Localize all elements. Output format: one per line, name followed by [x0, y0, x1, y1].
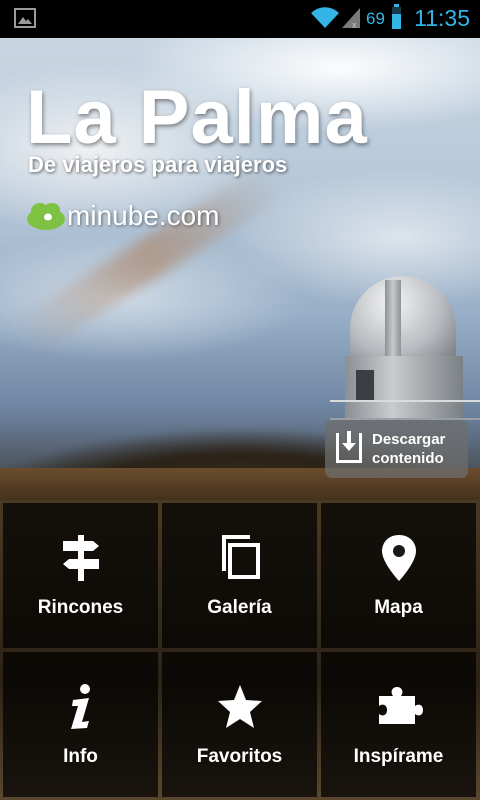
menu-item-label: Mapa [374, 597, 423, 618]
brand-logo: minube.com [26, 198, 220, 234]
wifi-icon [311, 7, 339, 29]
minube-cloud-icon [26, 201, 66, 231]
signpost-icon [62, 535, 99, 581]
main-menu-grid: Rincones Galería Mapa Info Favoritos Ins… [0, 500, 480, 800]
svg-text:x: x [352, 20, 357, 30]
clock: 11:35 [414, 5, 470, 31]
menu-item-mapa[interactable]: Mapa [321, 503, 476, 648]
menu-item-label: Rincones [37, 597, 124, 618]
menu-item-label: Galería [207, 597, 272, 618]
map-pin-icon [381, 535, 416, 581]
gallery-icon [14, 8, 36, 28]
gallery-stack-icon [221, 535, 260, 579]
menu-item-label: Inspírame [353, 746, 444, 767]
menu-item-inspirame[interactable]: Inspírame [321, 652, 476, 797]
page-subtitle: De viajeros para viajeros [28, 152, 288, 177]
info-icon [70, 684, 90, 729]
menu-item-rincones[interactable]: Rincones [3, 503, 158, 648]
download-content-button[interactable]: Descargar contenido [325, 420, 468, 478]
observatory-dome [350, 276, 456, 366]
star-icon [217, 685, 262, 728]
menu-item-label: Info [63, 746, 98, 767]
status-bar: x 69 11:35 [0, 0, 480, 38]
hero-banner: La Palma De viajeros para viajeros minub… [0, 38, 480, 500]
signal-icon: x [342, 8, 360, 30]
battery-percent: 69 [366, 9, 385, 28]
menu-item-favoritos[interactable]: Favoritos [162, 652, 317, 797]
brand-name: minube.com [67, 200, 220, 231]
download-icon [336, 431, 362, 463]
puzzle-icon [378, 687, 423, 724]
menu-item-label: Favoritos [196, 746, 283, 767]
page-title: La Palma [26, 75, 368, 160]
menu-item-galeria[interactable]: Galería [162, 503, 317, 648]
download-label-line1: Descargar [372, 431, 446, 448]
menu-item-info[interactable]: Info [3, 652, 158, 797]
download-label-line2: contenido [372, 450, 444, 467]
battery-icon [392, 4, 401, 29]
